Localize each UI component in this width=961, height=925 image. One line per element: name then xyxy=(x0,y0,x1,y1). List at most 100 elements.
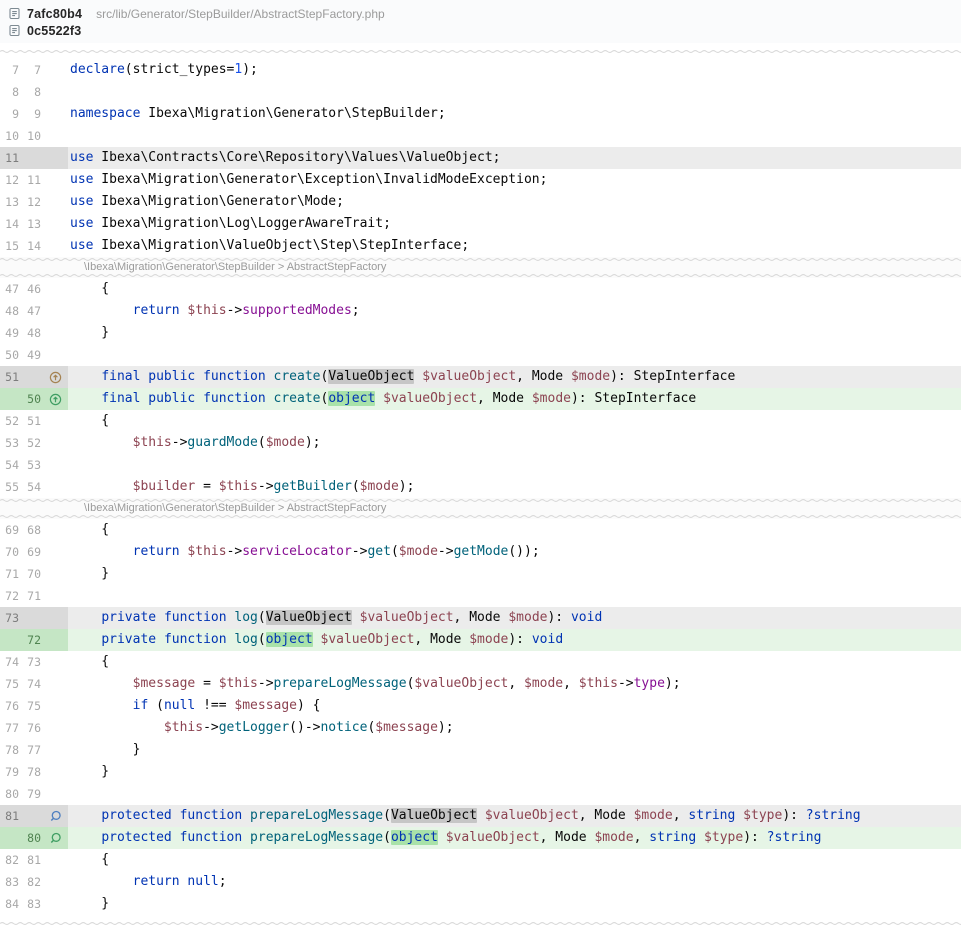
gutter-icon-slot xyxy=(46,435,64,451)
line-number-new: 69 xyxy=(22,545,41,559)
gutter-icon-slot xyxy=(46,413,64,429)
gutter-icon-slot xyxy=(46,128,64,144)
gutter-icon-slot xyxy=(46,172,64,188)
diff-line[interactable]: 80 protected function prepareLogMessage(… xyxy=(0,827,961,849)
diff-viewer: 7afc80b4 src/lib/Generator/StepBuilder/A… xyxy=(0,0,961,925)
diff-line[interactable]: 7675 if (null !== $message) { xyxy=(0,695,961,717)
code-line: protected function prepareLogMessage(Val… xyxy=(68,805,961,827)
override-gutter-icon[interactable] xyxy=(46,391,64,407)
gutter-icon-slot xyxy=(46,588,64,604)
diff-line[interactable]: 6968 { xyxy=(0,519,961,541)
diff-line[interactable]: 11use Ibexa\Contracts\Core\Repository\Va… xyxy=(0,147,961,169)
diff-line[interactable]: 5554 $builder = $this->getBuilder($mode)… xyxy=(0,476,961,498)
gutter-icon-slot xyxy=(46,654,64,670)
diff-line[interactable]: 5352 $this->guardMode($mode); xyxy=(0,432,961,454)
gutter-icon-slot xyxy=(46,742,64,758)
line-number-old: 82 xyxy=(0,853,19,867)
code-line: $message = $this->prepareLogMessage($val… xyxy=(68,673,961,695)
diff-line[interactable]: 51 final public function create(ValueObj… xyxy=(0,366,961,388)
diff-line[interactable]: 7574 $message = $this->prepareLogMessage… xyxy=(0,673,961,695)
collapsed-region-top[interactable] xyxy=(0,43,961,59)
gutter: 7675 xyxy=(0,695,68,717)
line-number-old: 75 xyxy=(0,677,19,691)
gutter: 88 xyxy=(0,81,68,103)
gutter-icon-slot xyxy=(46,325,64,341)
collapsed-region[interactable]: \Ibexa\Migration\Generator\StepBuilder >… xyxy=(0,257,961,278)
gutter-icon-slot xyxy=(46,194,64,210)
diff-line[interactable]: 50 final public function create(object $… xyxy=(0,388,961,410)
diff-line[interactable]: 8079 xyxy=(0,783,961,805)
diff-line[interactable]: 73 private function log(ValueObject $val… xyxy=(0,607,961,629)
gutter-icon-slot xyxy=(46,84,64,100)
removed-word-highlight: ValueObject xyxy=(328,369,414,384)
diff-line[interactable]: 7776 $this->getLogger()->notice($message… xyxy=(0,717,961,739)
diff-line[interactable]: 5453 xyxy=(0,454,961,476)
code-line: $builder = $this->getBuilder($mode); xyxy=(68,476,961,498)
commit-row-left: 7afc80b4 src/lib/Generator/StepBuilder/A… xyxy=(8,5,953,22)
diff-line[interactable]: 7069 return $this->serviceLocator->get($… xyxy=(0,541,961,563)
code-line xyxy=(68,81,961,103)
diff-line[interactable]: 8483 } xyxy=(0,893,961,915)
line-number-new: 53 xyxy=(22,458,41,472)
diff-line[interactable]: 81 protected function prepareLogMessage(… xyxy=(0,805,961,827)
gutter: 8281 xyxy=(0,849,68,871)
line-number-old: 12 xyxy=(0,173,19,187)
gutter: 5453 xyxy=(0,454,68,476)
overridden-gutter-icon[interactable] xyxy=(46,808,64,824)
diff-line[interactable]: 1211use Ibexa\Migration\Generator\Except… xyxy=(0,169,961,191)
revision-icon xyxy=(8,24,21,37)
code-line: return $this->supportedModes; xyxy=(68,300,961,322)
diff-line[interactable]: 7170 } xyxy=(0,563,961,585)
line-number-old: 71 xyxy=(0,567,19,581)
diff-line[interactable]: 1010 xyxy=(0,125,961,147)
collapsed-region[interactable]: \Ibexa\Migration\Generator\StepBuilder >… xyxy=(0,498,961,519)
line-number-old: 9 xyxy=(0,107,19,121)
diff-line[interactable]: 72 private function log(object $valueObj… xyxy=(0,629,961,651)
diff-line[interactable]: 4746 { xyxy=(0,278,961,300)
line-number-old: 73 xyxy=(0,611,19,625)
line-number-new: 8 xyxy=(22,85,41,99)
code-line: $this->guardMode($mode); xyxy=(68,432,961,454)
line-number-new: 47 xyxy=(22,304,41,318)
diff-line[interactable]: 7877 } xyxy=(0,739,961,761)
line-number-new: 9 xyxy=(22,107,41,121)
diff-line[interactable]: 5251 { xyxy=(0,410,961,432)
diff-line[interactable]: 7271 xyxy=(0,585,961,607)
diff-line[interactable]: 7978 } xyxy=(0,761,961,783)
gutter: 4746 xyxy=(0,278,68,300)
code-line: } xyxy=(68,761,961,783)
code-line: namespace Ibexa\Migration\Generator\Step… xyxy=(68,103,961,125)
diff-line[interactable]: 1312use Ibexa\Migration\Generator\Mode; xyxy=(0,191,961,213)
diff-line[interactable]: 99 namespace Ibexa\Migration\Generator\St… xyxy=(0,103,961,125)
code-line: use Ibexa\Contracts\Core\Repository\Valu… xyxy=(68,147,961,169)
gutter: 1010 xyxy=(0,125,68,147)
line-number-old: 51 xyxy=(0,370,19,384)
gutter-icon-slot xyxy=(46,62,64,78)
diff-line[interactable]: 7473 { xyxy=(0,651,961,673)
line-number-old: 49 xyxy=(0,326,19,340)
diff-line[interactable]: 5049 xyxy=(0,344,961,366)
line-number-old: 48 xyxy=(0,304,19,318)
code-line: private function log(ValueObject $valueO… xyxy=(68,607,961,629)
collapsed-region-bottom[interactable] xyxy=(0,915,961,925)
overridden-gutter-icon[interactable] xyxy=(46,830,64,846)
diff-line[interactable]: 88 xyxy=(0,81,961,103)
diff-line[interactable]: 4948 } xyxy=(0,322,961,344)
gutter: 7877 xyxy=(0,739,68,761)
line-number-old: 81 xyxy=(0,809,19,823)
code-line: { xyxy=(68,519,961,541)
diff-line[interactable]: 4847 return $this->supportedModes; xyxy=(0,300,961,322)
diff-line[interactable]: 1514use Ibexa\Migration\ValueObject\Step… xyxy=(0,235,961,257)
diff-line[interactable]: 77declare(strict_types=1); xyxy=(0,59,961,81)
line-number-new: 49 xyxy=(22,348,41,362)
gutter: 7776 xyxy=(0,717,68,739)
override-gutter-icon[interactable] xyxy=(46,369,64,385)
diff-line[interactable]: 8382 return null; xyxy=(0,871,961,893)
line-number-new: 73 xyxy=(22,655,41,669)
gutter: 72 xyxy=(0,629,68,651)
line-number-old: 10 xyxy=(0,129,19,143)
diff-line[interactable]: 1413use Ibexa\Migration\Log\LoggerAwareT… xyxy=(0,213,961,235)
diff-line[interactable]: 8281 { xyxy=(0,849,961,871)
line-number-old: 83 xyxy=(0,875,19,889)
line-number-new: 10 xyxy=(22,129,41,143)
